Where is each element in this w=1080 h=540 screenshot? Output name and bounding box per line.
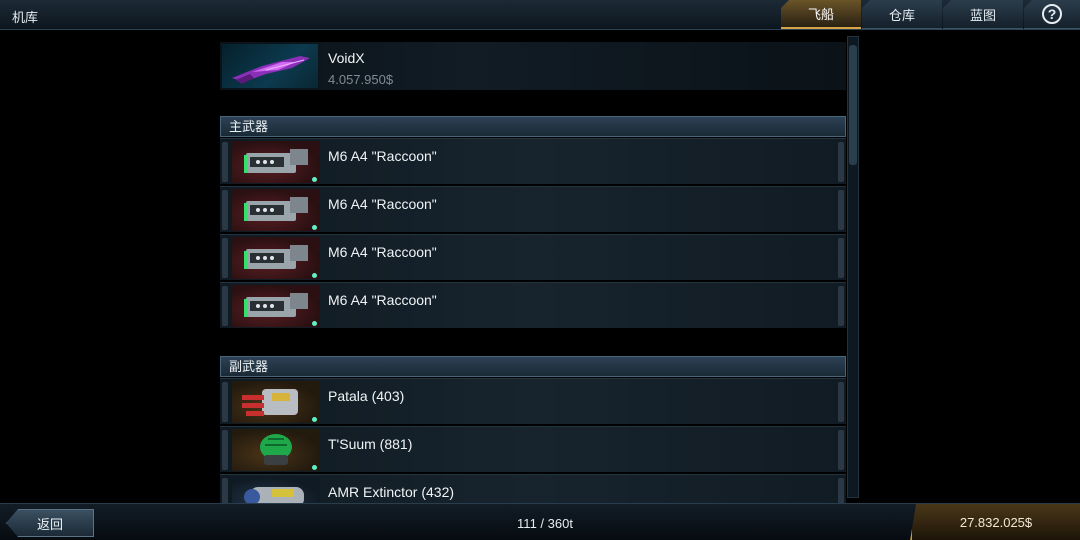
- status-dot: [312, 465, 317, 470]
- status-dot: [312, 225, 317, 230]
- scrollbar-thumb[interactable]: [849, 45, 857, 165]
- ship-thumbnail: [222, 44, 318, 88]
- torpedo-icon: [232, 477, 320, 504]
- tab-bar: 飞船 仓库 蓝图 ?: [780, 0, 1080, 30]
- mine-icon: [232, 429, 320, 471]
- scrollbar[interactable]: [847, 36, 859, 498]
- gun-icon: [232, 189, 320, 231]
- tab-ships[interactable]: 飞船: [781, 0, 861, 29]
- cargo-capacity: 111 / 360t: [517, 516, 573, 531]
- equipment-list: VoidX 4.057.950$ 主武器 M6 A4 "Raccoon" M6 …: [220, 36, 860, 504]
- status-dot: [312, 321, 317, 326]
- tab-storage[interactable]: 仓库: [862, 0, 942, 29]
- item-name: M6 A4 "Raccoon": [328, 244, 437, 260]
- section-header-primary-weapons: 主武器: [220, 116, 846, 137]
- help-button[interactable]: ?: [1024, 0, 1080, 29]
- list-item[interactable]: M6 A4 "Raccoon": [220, 138, 846, 184]
- item-name: AMR Extinctor (432): [328, 484, 455, 500]
- item-name: M6 A4 "Raccoon": [328, 196, 437, 212]
- status-dot: [312, 177, 317, 182]
- credits-display: 27.832.025$: [910, 504, 1080, 540]
- gun-icon: [232, 237, 320, 279]
- bottom-bar: 返回 111 / 360t 27.832.025$: [0, 503, 1080, 540]
- item-name: M6 A4 "Raccoon": [328, 292, 437, 308]
- item-name: M6 A4 "Raccoon": [328, 148, 437, 164]
- ship-name: VoidX: [328, 50, 365, 66]
- gun-icon: [232, 285, 320, 327]
- section-header-secondary-weapons: 副武器: [220, 356, 846, 377]
- gun-icon: [232, 141, 320, 183]
- item-name: T'Suum (881): [328, 436, 413, 452]
- list-item[interactable]: M6 A4 "Raccoon": [220, 282, 846, 328]
- list-item[interactable]: M6 A4 "Raccoon": [220, 186, 846, 232]
- list-item[interactable]: T'Suum (881): [220, 426, 846, 472]
- list-item[interactable]: AMR Extinctor (432): [220, 474, 846, 504]
- missile-launcher-icon: [232, 381, 320, 423]
- ship-row[interactable]: VoidX 4.057.950$: [220, 42, 846, 90]
- tab-blueprints[interactable]: 蓝图: [943, 0, 1023, 29]
- list-item[interactable]: M6 A4 "Raccoon": [220, 234, 846, 280]
- status-dot: [312, 417, 317, 422]
- screen-title: 机库: [12, 10, 39, 25]
- top-bar: 机库 飞船 仓库 蓝图 ?: [0, 0, 1080, 30]
- ship-price: 4.057.950$: [328, 72, 394, 87]
- help-icon: ?: [1042, 4, 1062, 24]
- list-item[interactable]: Patala (403): [220, 378, 846, 424]
- item-name: Patala (403): [328, 388, 405, 404]
- back-button[interactable]: 返回: [6, 509, 94, 537]
- status-dot: [312, 273, 317, 278]
